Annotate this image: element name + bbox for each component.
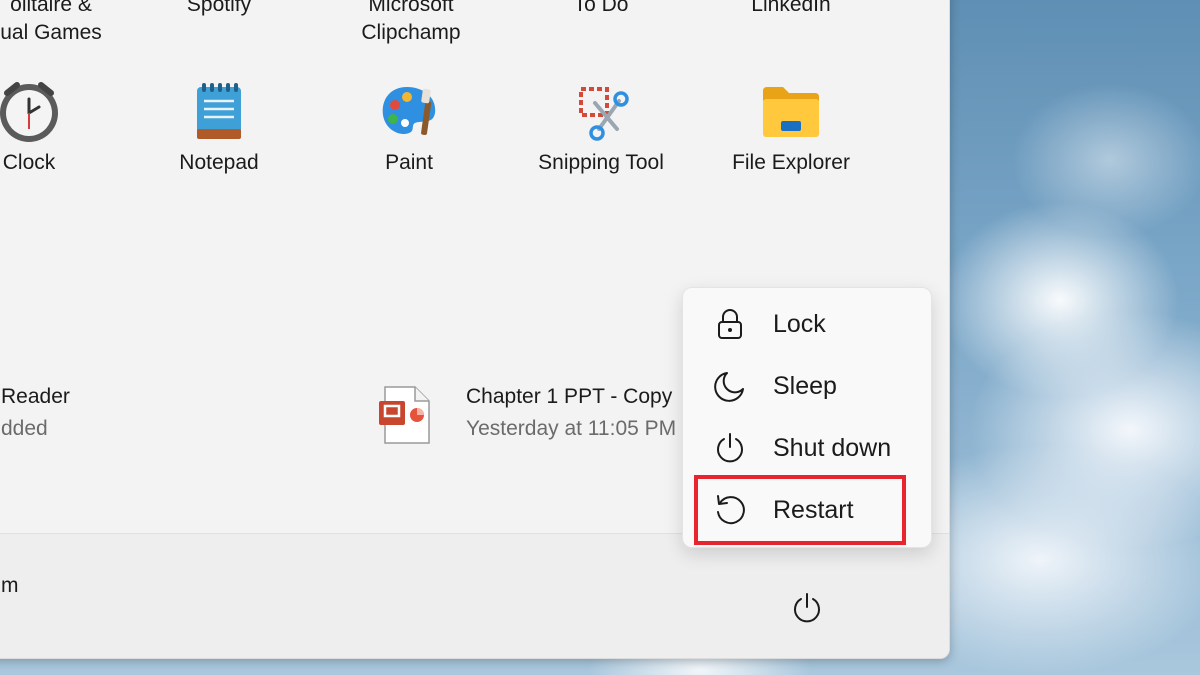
app-spotify[interactable]: Spotify bbox=[129, 0, 309, 19]
app-file-explorer[interactable]: File Explorer bbox=[701, 79, 881, 177]
paint-icon bbox=[382, 87, 436, 136]
app-label: Microsoft bbox=[368, 0, 454, 16]
powerpoint-file-icon bbox=[379, 386, 430, 444]
power-icon bbox=[794, 593, 820, 623]
app-label: Clipchamp bbox=[361, 21, 461, 44]
menu-item-shut-down[interactable]: Shut down bbox=[691, 421, 923, 475]
menu-item-label: Shut down bbox=[773, 433, 892, 462]
notepad-icon bbox=[197, 83, 241, 139]
recommended-title: Reader bbox=[1, 385, 70, 408]
recommended-item[interactable]: Reader dded bbox=[1, 381, 70, 445]
user-account-name[interactable]: m bbox=[1, 574, 19, 598]
lock-icon bbox=[713, 307, 747, 341]
app-clock[interactable]: Clock bbox=[0, 79, 119, 177]
app-snipping-tool[interactable]: Snipping Tool bbox=[511, 79, 691, 177]
app-solitaire[interactable]: olitaire & ual Games bbox=[0, 0, 141, 47]
menu-item-label: Sleep bbox=[773, 371, 837, 400]
app-label: olitaire & bbox=[10, 0, 92, 16]
app-notepad[interactable]: Notepad bbox=[129, 79, 309, 177]
power-button[interactable] bbox=[787, 588, 827, 628]
app-label: Notepad bbox=[179, 151, 259, 174]
clock-icon bbox=[0, 82, 58, 142]
recommended-subtitle: dded bbox=[1, 417, 48, 440]
recommended-subtitle: Yesterday at 11:05 PM bbox=[466, 417, 677, 440]
menu-item-sleep[interactable]: Sleep bbox=[691, 359, 923, 413]
menu-item-label: Lock bbox=[773, 309, 826, 338]
app-label: Snipping Tool bbox=[538, 151, 664, 174]
menu-item-lock[interactable]: Lock bbox=[691, 297, 923, 351]
app-label: To Do bbox=[573, 0, 629, 16]
app-label: Spotify bbox=[186, 0, 252, 16]
restart-highlight-annotation bbox=[694, 475, 906, 545]
app-label: Clock bbox=[2, 151, 56, 174]
app-label: LinkedIn bbox=[751, 0, 831, 16]
app-label: ual Games bbox=[0, 21, 102, 44]
app-paint[interactable]: Paint bbox=[319, 79, 499, 177]
folder-icon bbox=[763, 87, 819, 137]
app-label: File Explorer bbox=[732, 151, 850, 174]
snipping-tool-icon bbox=[579, 87, 629, 141]
app-clipchamp[interactable]: Microsoft Clipchamp bbox=[321, 0, 501, 47]
moon-icon bbox=[713, 369, 747, 403]
power-icon bbox=[713, 431, 747, 465]
app-todo[interactable]: To Do bbox=[511, 0, 691, 19]
recommended-item[interactable]: Chapter 1 PPT - Copy Yesterday at 11:05 … bbox=[377, 381, 676, 445]
recommended-title: Chapter 1 PPT - Copy bbox=[466, 385, 673, 408]
app-label: Paint bbox=[385, 151, 433, 174]
app-linkedin[interactable]: LinkedIn bbox=[701, 0, 881, 19]
start-menu-footer: m bbox=[0, 533, 949, 658]
